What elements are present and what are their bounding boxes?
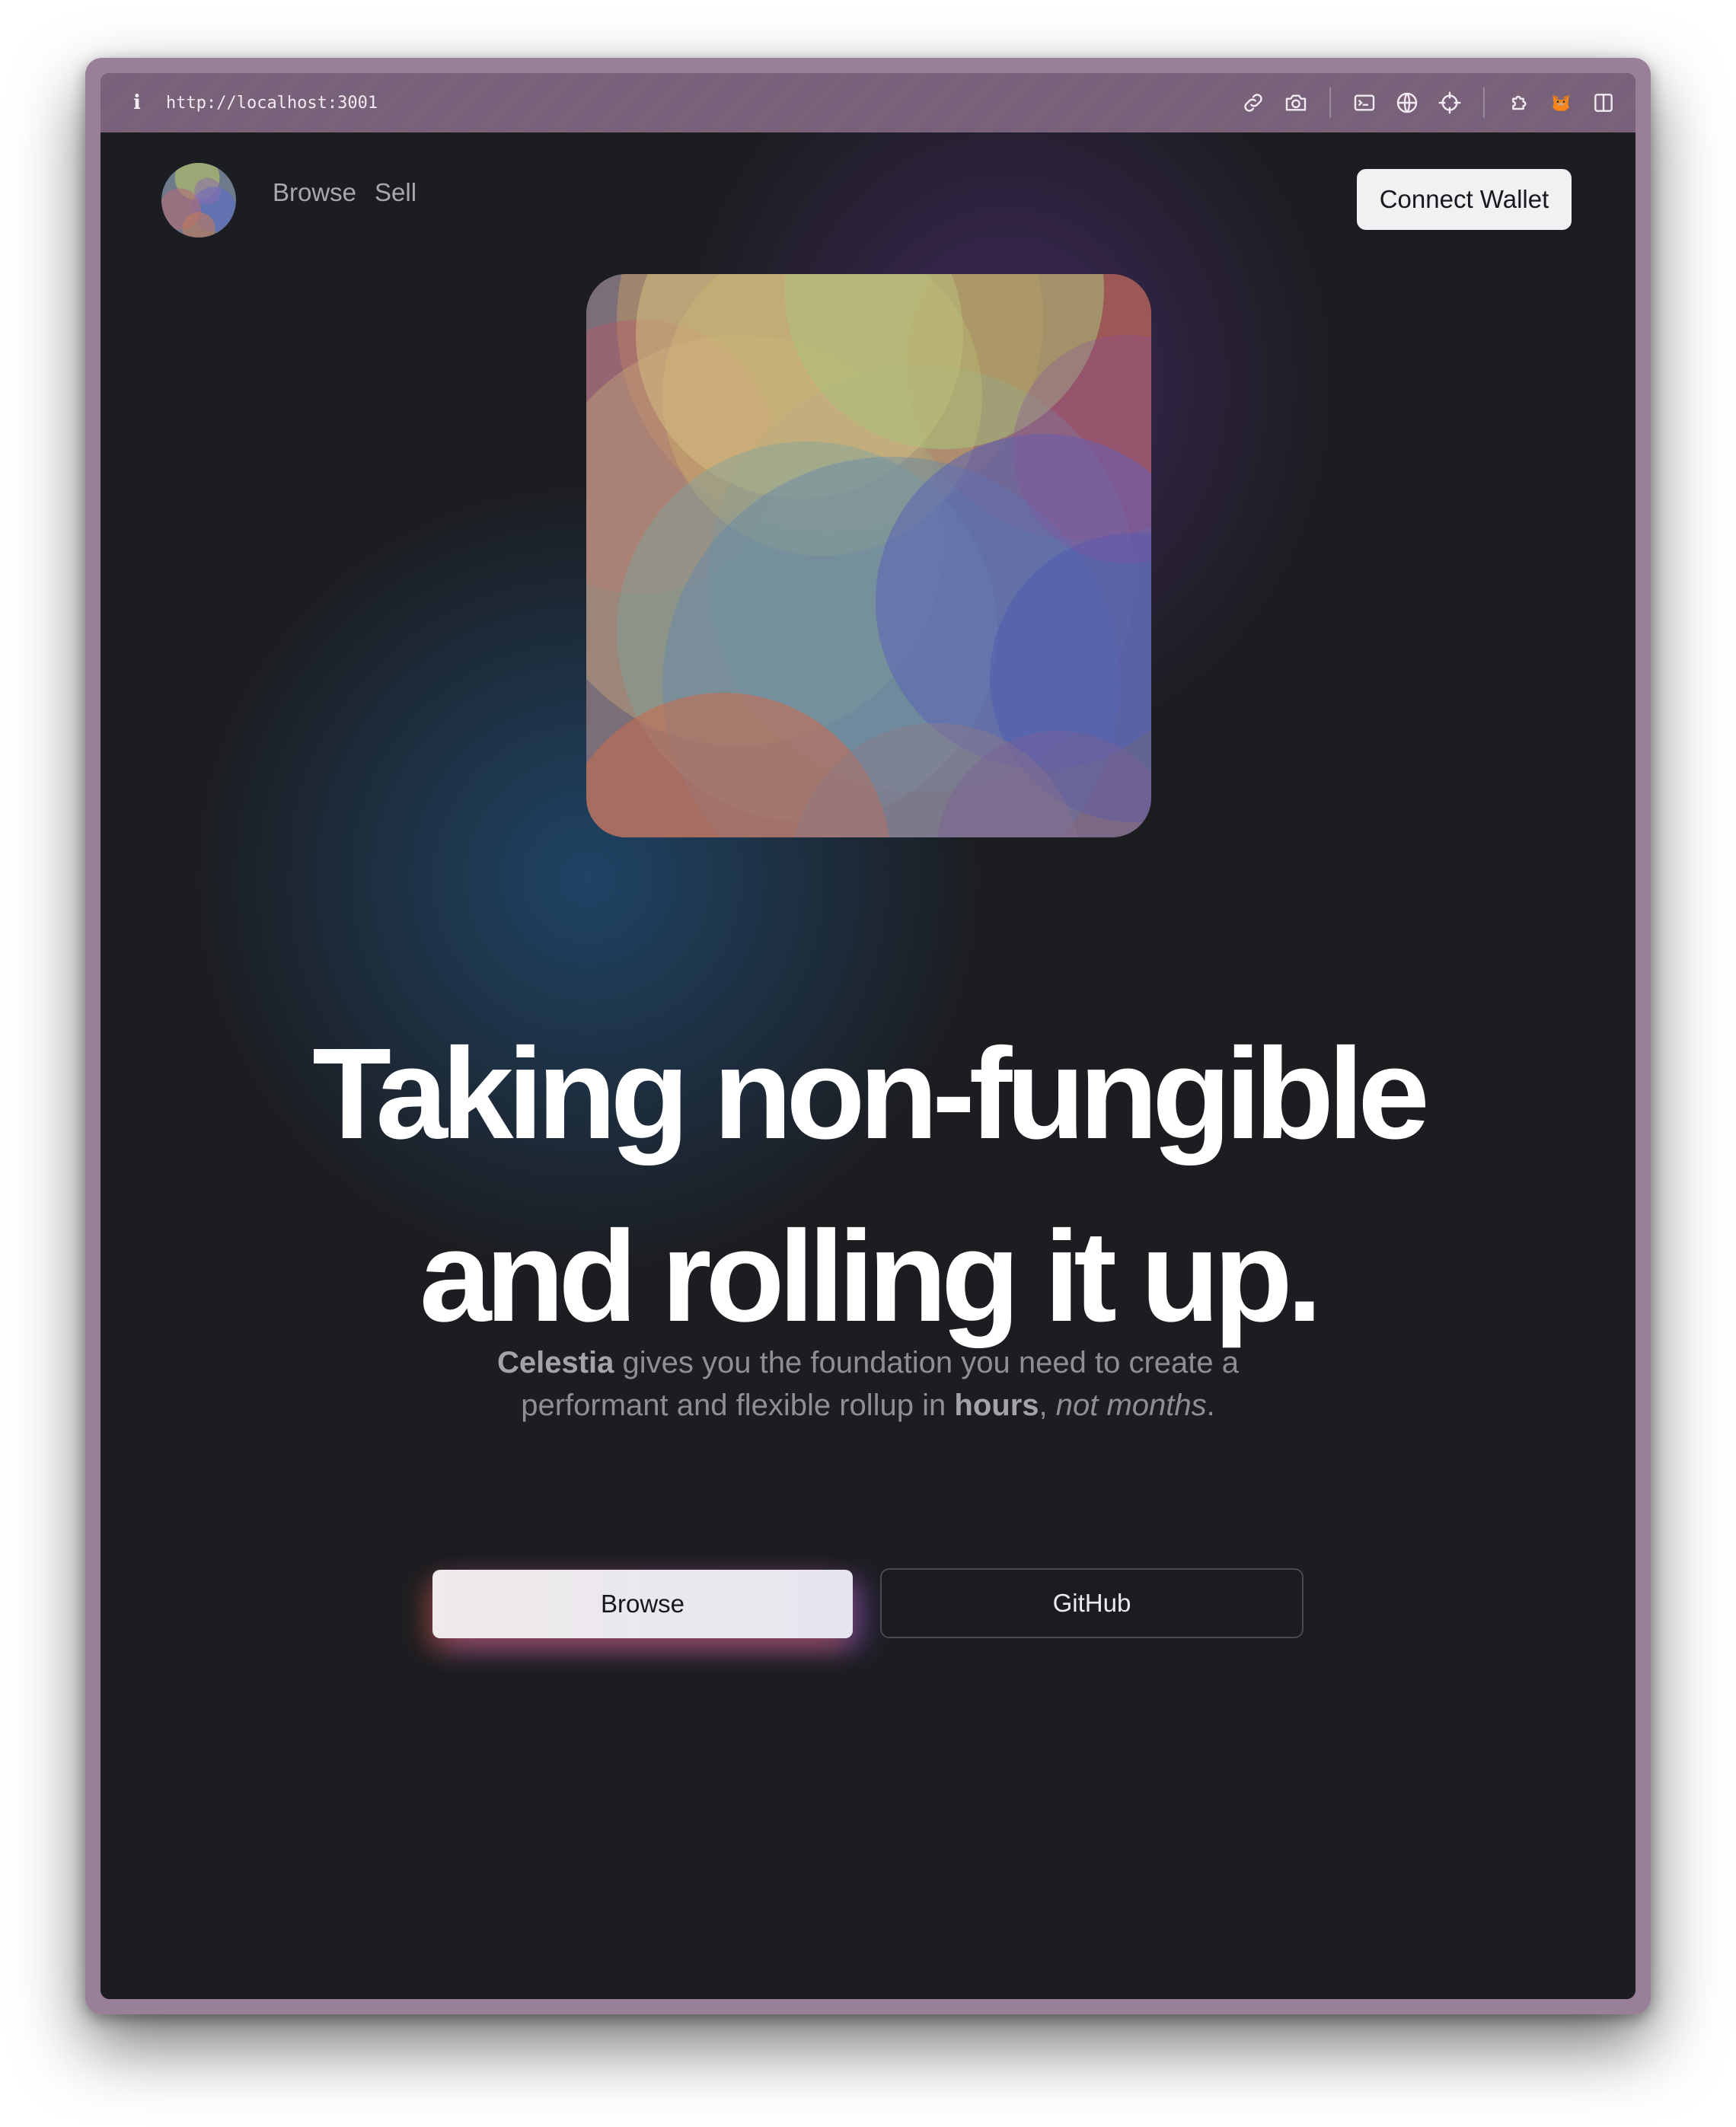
github-button[interactable]: GitHub (880, 1568, 1304, 1638)
nav-link-browse[interactable]: Browse (273, 178, 356, 207)
metamask-fox-icon[interactable] (1546, 88, 1576, 118)
tagline-line-2: performant and flexible rollup in hours,… (101, 1384, 1635, 1427)
headline-line-1: Taking non-fungible (312, 1022, 1430, 1166)
address-bar[interactable]: http://localhost:3001 (166, 94, 378, 113)
sidebar-toggle-icon[interactable] (1588, 88, 1619, 118)
tagline-comma: , (1039, 1389, 1056, 1422)
extensions-icon[interactable] (1503, 88, 1533, 118)
tagline-text-2: performant and flexible rollup in (521, 1389, 955, 1422)
tagline-italic: not months (1055, 1389, 1207, 1422)
hero-artwork (586, 274, 1151, 837)
tagline-text-1: gives you the foundation you need to cre… (614, 1346, 1239, 1379)
headline-line-2: and rolling it up. (419, 1204, 1323, 1349)
toolbar-actions (1226, 73, 1619, 132)
site-logo[interactable] (161, 163, 236, 238)
info-icon[interactable]: i (123, 89, 151, 116)
browser-window: i http://localhost:3001 Browse Sell Conn… (85, 58, 1651, 2014)
tagline-line-1: Celestia gives you the foundation you ne… (101, 1341, 1635, 1384)
globe-icon[interactable] (1392, 88, 1422, 118)
link-icon[interactable] (1238, 88, 1268, 118)
hero-tagline: Celestia gives you the foundation you ne… (101, 1341, 1635, 1427)
tagline-brand: Celestia (496, 1346, 614, 1379)
crosshair-icon[interactable] (1434, 88, 1465, 118)
toolbar-divider (1483, 88, 1485, 118)
terminal-icon[interactable] (1349, 88, 1380, 118)
tagline-period: . (1206, 1389, 1215, 1422)
web-page: Browse Sell Connect Wallet Taking non-fu… (101, 132, 1635, 1999)
nav-link-sell[interactable]: Sell (375, 178, 416, 207)
browse-button[interactable]: Browse (432, 1570, 853, 1638)
screenshot-stage: i http://localhost:3001 Browse Sell Conn… (0, 0, 1736, 2127)
toolbar-divider (1329, 88, 1331, 118)
browser-toolbar: i http://localhost:3001 (101, 73, 1635, 132)
tagline-emphasis: hours (954, 1389, 1039, 1422)
browser-viewport: i http://localhost:3001 Browse Sell Conn… (101, 73, 1635, 1999)
camera-icon[interactable] (1281, 88, 1311, 118)
connect-wallet-button[interactable]: Connect Wallet (1357, 169, 1572, 230)
